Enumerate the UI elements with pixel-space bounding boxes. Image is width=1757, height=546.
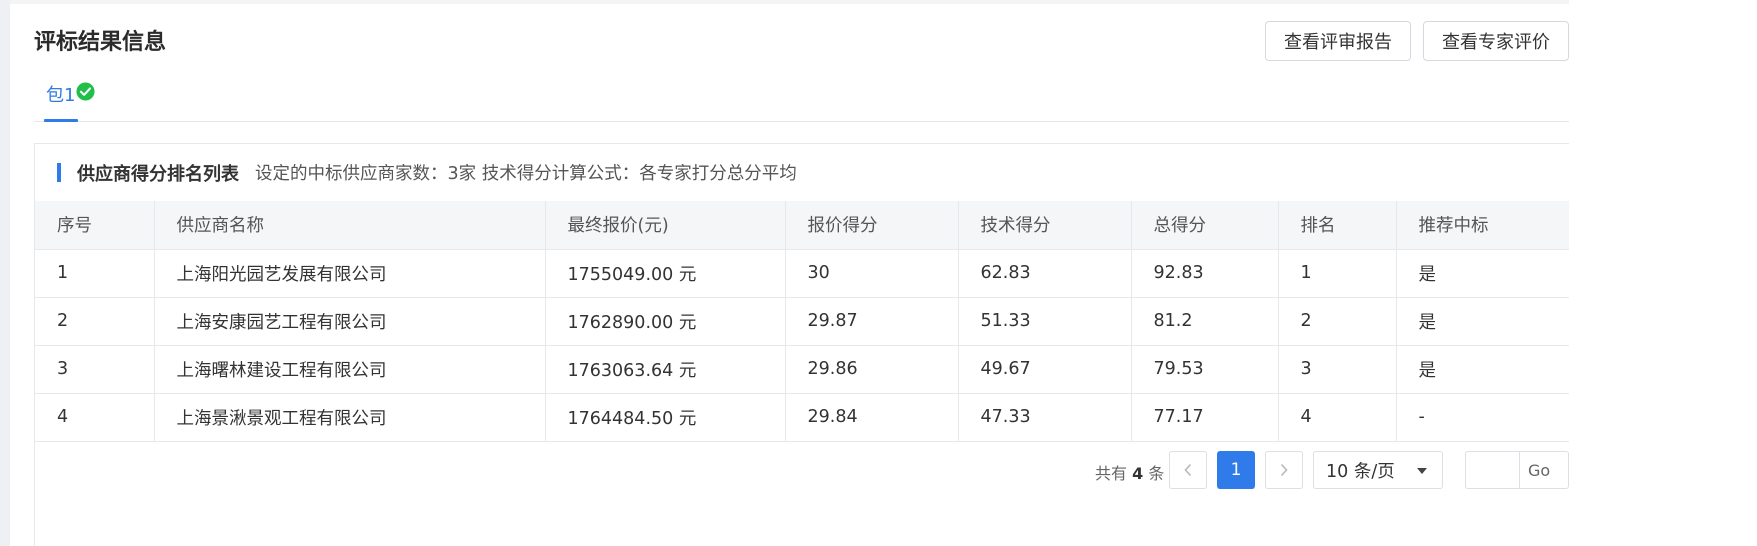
cell-index: 4 <box>35 393 155 442</box>
cell-supplier: 上海曙林建设工程有限公司 <box>154 345 546 394</box>
column-header: 序号 <box>35 201 155 250</box>
page-title: 评标结果信息 <box>34 29 167 54</box>
cell-price-score: 29.84 <box>785 393 959 442</box>
tab-package-1[interactable]: 包1 <box>46 82 95 122</box>
cell-tech-score: 51.33 <box>958 297 1132 346</box>
column-header: 总得分 <box>1131 201 1279 250</box>
cell-total-score: 92.83 <box>1131 249 1279 298</box>
table-row: 3 上海曙林建设工程有限公司 1763063.64 元 29.86 49.67 … <box>35 345 1575 394</box>
cell-price: 1755049.00 元 <box>545 249 786 298</box>
cell-total-score: 81.2 <box>1131 297 1279 346</box>
table-row: 4 上海景湫景观工程有限公司 1764484.50 元 29.84 47.33 … <box>35 393 1575 442</box>
column-header: 推荐中标 <box>1396 201 1575 250</box>
cell-rank: 2 <box>1278 297 1397 346</box>
view-expert-button[interactable]: 查看专家评价 <box>1423 21 1569 61</box>
cell-price-score: 29.87 <box>785 297 959 346</box>
section-marker <box>57 163 61 182</box>
page-size-value: 10 条/页 <box>1326 461 1395 482</box>
page-background-right <box>1569 0 1757 546</box>
cell-recommended: 是 <box>1396 297 1575 346</box>
prev-page-button[interactable] <box>1169 451 1207 489</box>
total-count: 4 <box>1132 464 1144 483</box>
column-header: 供应商名称 <box>154 201 546 250</box>
cell-supplier: 上海阳光园艺发展有限公司 <box>154 249 546 298</box>
cell-total-score: 77.17 <box>1131 393 1279 442</box>
total-prefix: 共有 <box>1095 464 1128 483</box>
column-header: 排名 <box>1278 201 1397 250</box>
cell-tech-score: 49.67 <box>958 345 1132 394</box>
top-rail <box>10 0 1757 4</box>
caret-down-icon <box>1417 468 1427 474</box>
cell-price: 1762890.00 元 <box>545 297 786 346</box>
page-jump-input[interactable] <box>1465 451 1519 489</box>
left-rail <box>0 0 10 546</box>
cell-price: 1763063.64 元 <box>545 345 786 394</box>
table-row: 1 上海阳光园艺发展有限公司 1755049.00 元 30 62.83 92.… <box>35 249 1575 298</box>
column-header: 报价得分 <box>785 201 959 250</box>
cell-total-score: 79.53 <box>1131 345 1279 394</box>
cell-index: 3 <box>35 345 155 394</box>
column-header: 最终报价(元) <box>545 201 786 250</box>
ranking-table: 序号 供应商名称 最终报价(元) 报价得分 技术得分 总得分 排名 推荐中标 1… <box>35 201 1575 442</box>
cell-index: 2 <box>35 297 155 346</box>
view-report-button[interactable]: 查看评审报告 <box>1265 21 1411 61</box>
cell-supplier: 上海安康园艺工程有限公司 <box>154 297 546 346</box>
cell-recommended: 是 <box>1396 249 1575 298</box>
table-header-row: 序号 供应商名称 最终报价(元) 报价得分 技术得分 总得分 排名 推荐中标 <box>35 201 1575 250</box>
table-row: 2 上海安康园艺工程有限公司 1762890.00 元 29.87 51.33 … <box>35 297 1575 346</box>
check-circle-icon <box>76 82 95 101</box>
panel-header: 供应商得分排名列表 设定的中标供应商家数：3家 技术得分计算公式：各专家打分总分… <box>35 144 1574 201</box>
page-size-select[interactable]: 10 条/页 <box>1313 451 1443 489</box>
chevron-left-icon <box>1184 463 1192 477</box>
package-tabs: 包1 <box>34 80 1574 122</box>
cell-price: 1764484.50 元 <box>545 393 786 442</box>
cell-recommended: - <box>1396 393 1575 442</box>
section-description: 设定的中标供应商家数：3家 技术得分计算公式：各专家打分总分平均 <box>255 164 797 184</box>
next-page-button[interactable] <box>1265 451 1303 489</box>
cell-rank: 1 <box>1278 249 1397 298</box>
section-title: 供应商得分排名列表 <box>77 163 239 185</box>
go-button[interactable]: Go <box>1519 451 1569 489</box>
page-1-button[interactable]: 1 <box>1217 451 1255 489</box>
cell-rank: 4 <box>1278 393 1397 442</box>
cell-recommended: 是 <box>1396 345 1575 394</box>
cell-supplier: 上海景湫景观工程有限公司 <box>154 393 546 442</box>
cell-rank: 3 <box>1278 345 1397 394</box>
cell-price-score: 29.86 <box>785 345 959 394</box>
pagination-total: 共有 4 条 <box>1095 460 1164 484</box>
total-suffix: 条 <box>1148 464 1165 483</box>
cell-tech-score: 62.83 <box>958 249 1132 298</box>
tab-active-indicator <box>44 119 78 122</box>
cell-price-score: 30 <box>785 249 959 298</box>
cell-tech-score: 47.33 <box>958 393 1132 442</box>
cell-index: 1 <box>35 249 155 298</box>
chevron-right-icon <box>1280 463 1288 477</box>
tab-label: 包1 <box>46 85 76 106</box>
column-header: 技术得分 <box>958 201 1132 250</box>
